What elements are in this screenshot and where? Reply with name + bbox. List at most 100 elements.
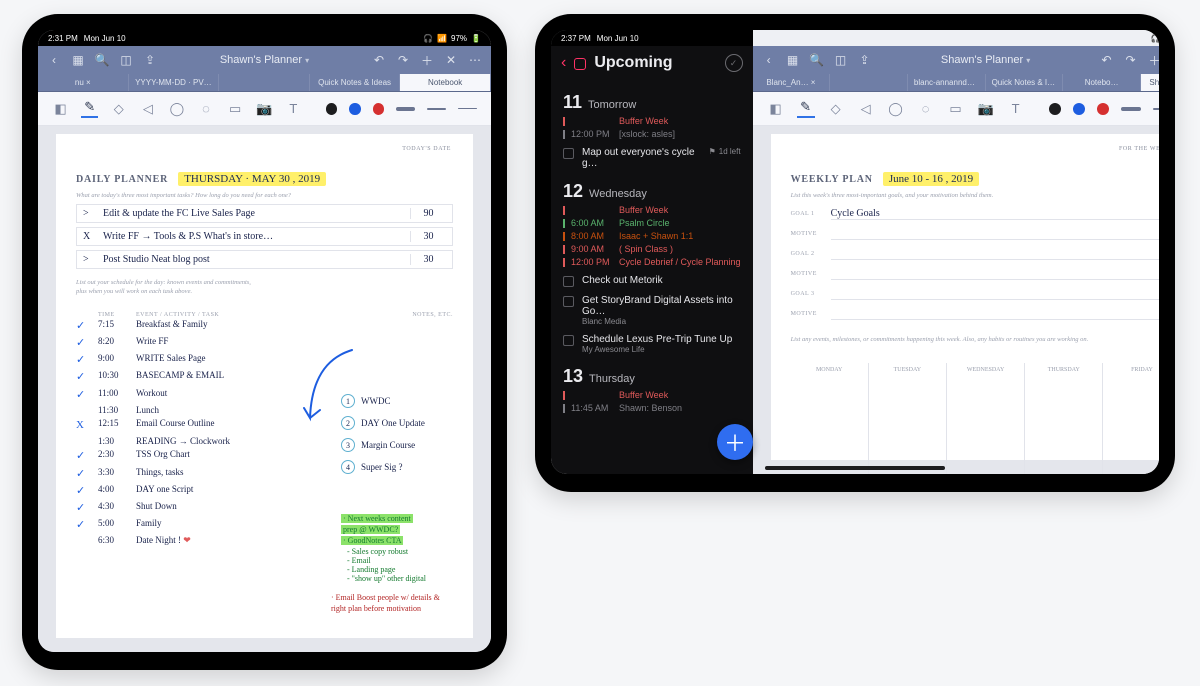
planner-page[interactable]: TODAY'S DATE DAILY PLANNER THURSDAY · MA… bbox=[56, 134, 473, 638]
add-icon[interactable]: ＋ bbox=[419, 52, 435, 68]
viewer-icon[interactable]: ◧ bbox=[767, 100, 785, 118]
battery-pct: 97% bbox=[451, 34, 467, 43]
tab[interactable]: YYYY-MM-DD · PV… bbox=[129, 74, 220, 91]
tab[interactable] bbox=[219, 74, 310, 91]
calendar-event: 9:00 AM( Spin Class ) bbox=[563, 244, 741, 254]
color-black[interactable] bbox=[1049, 103, 1061, 115]
home-indicator[interactable] bbox=[765, 466, 945, 470]
stroke-thick[interactable] bbox=[1121, 104, 1141, 114]
color-blue[interactable] bbox=[1073, 103, 1085, 115]
task-row: XWrite FF → Tools & P.S What's in store…… bbox=[76, 227, 453, 246]
tab[interactable]: Notebo… bbox=[1063, 74, 1141, 91]
wifi-icon bbox=[437, 34, 447, 43]
back-icon[interactable]: ‹ bbox=[761, 52, 777, 68]
app-toolbar: ‹ ▦ 🔍 ◫ ⇪ Shawn's Planner ▾ ↶ ↷ ＋ ✕ ⋯ bbox=[38, 46, 491, 74]
todo-item[interactable]: Schedule Lexus Pre-Trip Tune UpMy Awesom… bbox=[563, 334, 741, 354]
stroke-medium[interactable] bbox=[1153, 104, 1159, 114]
calendar-event: 8:00 AMIsaac + Shawn 1:1 bbox=[563, 231, 741, 241]
color-black[interactable] bbox=[326, 103, 337, 115]
stroke-medium[interactable] bbox=[427, 104, 446, 114]
camera-tool-icon[interactable]: 📷 bbox=[256, 100, 273, 118]
text-tool-icon[interactable]: T bbox=[285, 100, 302, 118]
tab[interactable]: nu × bbox=[38, 74, 129, 91]
calendar-event: 11:45 AMShawn: Benson bbox=[563, 403, 741, 413]
redo-icon[interactable]: ↷ bbox=[1123, 52, 1139, 68]
lasso-tool-icon[interactable]: ◌ bbox=[917, 100, 935, 118]
calendar-event: 6:00 AMPsalm Circle bbox=[563, 218, 741, 228]
more-icon[interactable]: ⋯ bbox=[467, 52, 483, 68]
viewer-icon[interactable]: ◧ bbox=[52, 100, 69, 118]
week-day-column: THURSDAY bbox=[1025, 363, 1103, 474]
bookmark-icon[interactable]: ◫ bbox=[833, 52, 849, 68]
tools-icon[interactable]: ✕ bbox=[443, 52, 459, 68]
tab[interactable]: Notebook bbox=[400, 74, 491, 91]
weekly-plan-page[interactable]: FOR THE WEEK OF WEEKLY PLAN June 10 - 16… bbox=[771, 134, 1159, 460]
color-red[interactable] bbox=[1097, 103, 1109, 115]
schedule-row: ✓4:00DAY one Script bbox=[76, 483, 453, 500]
app-toolbar: ‹ ▦ 🔍 ◫ ⇪ Shawn's Planner ▾ ↶ ↷ ＋ ✕ ⋯ bbox=[753, 46, 1159, 74]
grid-icon[interactable]: ▦ bbox=[785, 52, 801, 68]
task-row: >Post Studio Neat blog post30 bbox=[76, 250, 453, 269]
search-icon[interactable]: 🔍 bbox=[94, 52, 110, 68]
undo-icon[interactable]: ↶ bbox=[1099, 52, 1115, 68]
prompt-text: What are today's three most important ta… bbox=[76, 192, 453, 200]
eraser-tool-icon[interactable]: ◇ bbox=[827, 100, 845, 118]
camera-tool-icon[interactable]: 📷 bbox=[977, 100, 995, 118]
doc-title[interactable]: Shawn's Planner ▾ bbox=[881, 54, 1091, 66]
tab[interactable]: Blanc_An… × bbox=[753, 74, 831, 91]
calendar-event: Buffer Week bbox=[563, 116, 741, 126]
document-tabs: Blanc_An… × blanc-annanndden… Quick Note… bbox=[753, 74, 1159, 92]
prompt-text: List out your schedule for the day: know… bbox=[76, 279, 453, 296]
things-app: 2:37 PM Mon Jun 10 ‹ Upcoming ✓ 11Tomorr… bbox=[551, 30, 753, 474]
green-notes: · Next weeks content prep @ WWDC? · Good… bbox=[341, 514, 451, 583]
todo-item[interactable]: Get StoryBrand Digital Assets into Go…Bl… bbox=[563, 295, 741, 326]
note-item: 3Margin Course bbox=[341, 438, 451, 452]
highlighted-date: THURSDAY · MAY 30 , 2019 bbox=[178, 172, 326, 186]
image-tool-icon[interactable]: ▭ bbox=[227, 100, 244, 118]
tab[interactable]: Shawn's Planner bbox=[1141, 74, 1159, 91]
todo-item[interactable]: Map out everyone's cycle g…1d left bbox=[563, 147, 741, 169]
shape-tool-icon[interactable]: ◯ bbox=[168, 100, 185, 118]
highlighter-tool-icon[interactable]: ◁ bbox=[857, 100, 875, 118]
calendar-event: Buffer Week bbox=[563, 390, 741, 400]
headphones-icon bbox=[1151, 34, 1159, 43]
page-heading: DAILY PLANNER bbox=[76, 174, 168, 185]
doc-title[interactable]: Shawn's Planner ▾ bbox=[166, 54, 363, 66]
grid-icon[interactable]: ▦ bbox=[70, 52, 86, 68]
goal-row: GOAL 2 bbox=[791, 248, 1159, 260]
color-red[interactable] bbox=[373, 103, 384, 115]
highlighter-tool-icon[interactable]: ◁ bbox=[139, 100, 156, 118]
tab[interactable]: Quick Notes & Ideas bbox=[986, 74, 1064, 91]
sync-icon[interactable]: ✓ bbox=[725, 54, 743, 72]
tab[interactable]: Quick Notes & Ideas bbox=[310, 74, 401, 91]
image-tool-icon[interactable]: ▭ bbox=[947, 100, 965, 118]
ipad-left: 2:31 PM Mon Jun 10 97% ‹ ▦ 🔍 ◫ ⇪ Shawn's… bbox=[22, 14, 507, 670]
share-icon[interactable]: ⇪ bbox=[857, 52, 873, 68]
add-todo-button[interactable]: ＋ bbox=[717, 424, 753, 460]
back-icon[interactable]: ‹ bbox=[561, 54, 566, 72]
stroke-thick[interactable] bbox=[396, 104, 415, 114]
week-grid: MONDAYTUESDAYWEDNESDAYTHURSDAYFRIDAY bbox=[791, 363, 1159, 474]
back-icon[interactable]: ‹ bbox=[46, 52, 62, 68]
share-icon[interactable]: ⇪ bbox=[142, 52, 158, 68]
pen-tool-icon[interactable]: ✎ bbox=[81, 100, 98, 118]
lasso-tool-icon[interactable]: ◌ bbox=[197, 100, 214, 118]
stroke-thin[interactable] bbox=[458, 104, 477, 114]
status-date: Mon Jun 10 bbox=[84, 34, 126, 43]
pen-tool-icon[interactable]: ✎ bbox=[797, 100, 815, 118]
tab[interactable]: blanc-annanndden… bbox=[908, 74, 986, 91]
undo-icon[interactable]: ↶ bbox=[371, 52, 387, 68]
add-icon[interactable]: ＋ bbox=[1147, 52, 1159, 68]
eraser-tool-icon[interactable]: ◇ bbox=[110, 100, 127, 118]
ipad-right: 2:37 PM Mon Jun 10 ‹ Upcoming ✓ 11Tomorr… bbox=[535, 14, 1175, 492]
color-blue[interactable] bbox=[349, 103, 360, 115]
schedule-row: ✓8:20Write FF bbox=[76, 335, 453, 352]
redo-icon[interactable]: ↷ bbox=[395, 52, 411, 68]
bookmark-icon[interactable]: ◫ bbox=[118, 52, 134, 68]
search-icon[interactable]: 🔍 bbox=[809, 52, 825, 68]
tab[interactable] bbox=[830, 74, 908, 91]
task-row: >Edit & update the FC Live Sales Page90 bbox=[76, 204, 453, 223]
text-tool-icon[interactable]: T bbox=[1007, 100, 1025, 118]
shape-tool-icon[interactable]: ◯ bbox=[887, 100, 905, 118]
todo-item[interactable]: Check out Metorik bbox=[563, 275, 741, 287]
